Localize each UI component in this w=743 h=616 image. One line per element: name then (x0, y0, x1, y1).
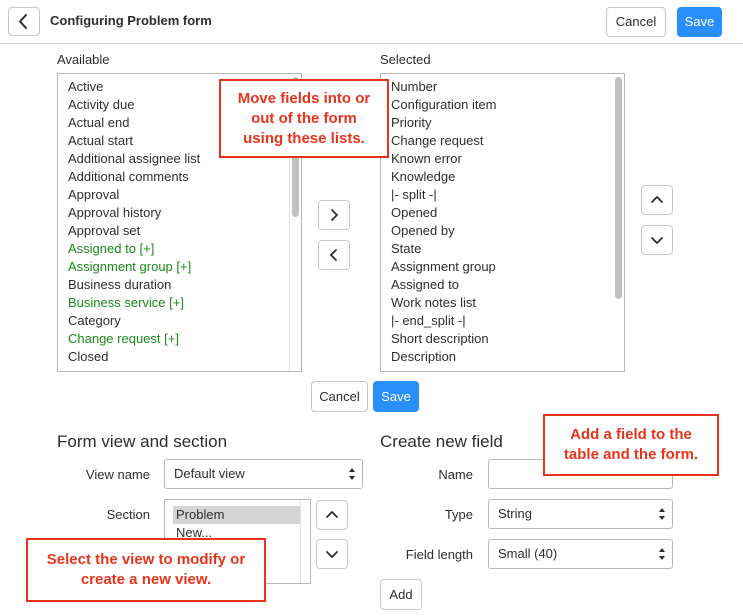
available-field-item[interactable]: Change request [+] (68, 330, 291, 348)
callout-lists-text: Move fields into or out of the form usin… (237, 89, 371, 147)
form-view-heading: Form view and section (57, 432, 228, 451)
available-field-item[interactable]: Category (68, 312, 291, 330)
selected-field-item[interactable]: State (391, 240, 614, 258)
available-field-item[interactable]: Approval set (68, 222, 291, 240)
available-field-item[interactable]: Closed (68, 348, 291, 366)
selected-field-item[interactable]: |- end_split -| (391, 312, 614, 330)
selected-scrollbar-thumb[interactable] (615, 77, 622, 299)
selected-field-item[interactable]: Number (391, 78, 614, 96)
view-name-label: View name (85, 467, 150, 482)
field-length-select[interactable]: Small (40) (488, 539, 673, 569)
section-label: Section (106, 507, 150, 522)
field-length-label: Field length (405, 547, 473, 562)
selected-field-item[interactable]: Opened by (391, 222, 614, 240)
selected-field-item[interactable]: Assignment group (391, 258, 614, 276)
selected-field-item[interactable]: |- split -| (391, 186, 614, 204)
selected-scrollbar[interactable] (612, 74, 624, 371)
chevron-right-icon (331, 209, 338, 221)
field-type-select[interactable]: String (488, 499, 673, 529)
callout-lists: Move fields into or out of the form usin… (219, 79, 389, 158)
selected-label: Selected (380, 52, 431, 67)
available-field-item[interactable]: Business service [+] (68, 294, 291, 312)
move-right-button[interactable] (318, 200, 350, 230)
available-label: Available (57, 52, 110, 67)
chevron-up-icon (326, 511, 338, 518)
callout-add-field-text: Add a field to the table and the form. (563, 426, 699, 463)
selected-list[interactable]: Number Configuration item Priority Change r… (380, 73, 625, 372)
section-scrollbar[interactable] (300, 500, 310, 583)
available-field-item[interactable]: Assigned to [+] (68, 240, 291, 258)
selected-field-item[interactable]: Description (391, 348, 614, 366)
move-down-button[interactable] (641, 225, 673, 255)
selected-field-item[interactable]: Short description (391, 330, 614, 348)
callout-add-field: Add a field to the table and the form. (543, 414, 719, 476)
header-save-button[interactable]: Save (677, 7, 722, 37)
available-field-item[interactable]: Additional comments (68, 168, 291, 186)
create-field-heading: Create new field (380, 432, 503, 451)
chevron-up-icon (651, 196, 663, 203)
header-cancel-button[interactable]: Cancel (606, 7, 666, 37)
lists-save-button[interactable]: Save (373, 381, 419, 412)
callout-view-text: Select the view to modify or create a ne… (46, 551, 246, 588)
section-item-problem[interactable]: Problem (173, 506, 302, 524)
selected-field-item[interactable]: Change request (391, 132, 614, 150)
section-up-button[interactable] (316, 500, 348, 530)
field-length-value: Small (40) (498, 546, 558, 561)
chevron-down-icon (326, 551, 338, 558)
view-name-value: Default view (174, 466, 245, 481)
move-up-button[interactable] (641, 185, 673, 215)
chevron-down-icon (651, 237, 663, 244)
section-down-button[interactable] (316, 539, 348, 569)
view-name-select[interactable]: Default view (164, 459, 363, 489)
field-type-value: String (498, 506, 532, 521)
select-arrows-icon (349, 468, 355, 480)
chevron-left-icon (19, 14, 27, 29)
available-field-item[interactable]: Approval (68, 186, 291, 204)
select-arrows-icon (659, 508, 665, 520)
page-title: Configuring Problem form (50, 13, 212, 28)
selected-field-item[interactable]: Configuration item (391, 96, 614, 114)
lists-cancel-button[interactable]: Cancel (311, 381, 368, 412)
selected-field-item[interactable]: Opened (391, 204, 614, 222)
available-field-item[interactable]: Assignment group [+] (68, 258, 291, 276)
selected-field-item[interactable]: Priority (391, 114, 614, 132)
selected-field-item[interactable]: Assigned to (391, 276, 614, 294)
form-header: Configuring Problem form Cancel Save (0, 0, 743, 44)
available-field-item[interactable]: Business duration (68, 276, 291, 294)
chevron-left-icon (330, 249, 337, 261)
selected-field-item[interactable]: Work notes list (391, 294, 614, 312)
back-button[interactable] (8, 7, 40, 36)
callout-view: Select the view to modify or create a ne… (26, 538, 266, 602)
selected-field-item[interactable]: Known error (391, 150, 614, 168)
field-name-label: Name (438, 467, 473, 482)
add-field-button[interactable]: Add (380, 579, 422, 610)
selected-field-item[interactable]: Knowledge (391, 168, 614, 186)
select-arrows-icon (659, 548, 665, 560)
move-left-button[interactable] (318, 240, 350, 270)
field-type-label: Type (444, 507, 473, 522)
available-field-item[interactable]: Approval history (68, 204, 291, 222)
